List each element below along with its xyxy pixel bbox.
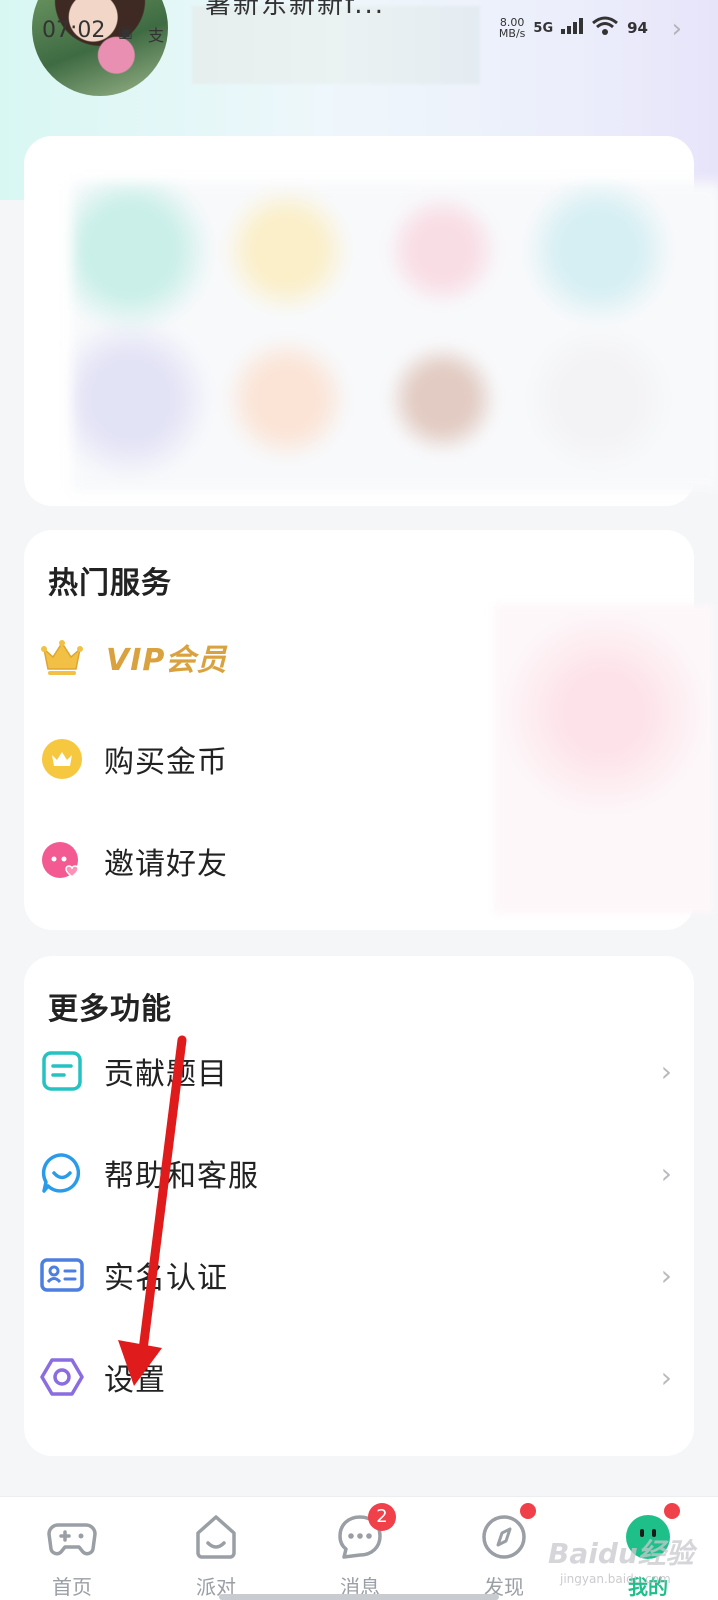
- more-item-label: 贡献题目: [104, 1057, 228, 1092]
- gold-coin-icon: [40, 737, 84, 781]
- message-count-badge: 2: [368, 1503, 396, 1531]
- chevron-right-icon: ›: [660, 1360, 672, 1394]
- featured-grid-blurred: [72, 182, 718, 492]
- featured-grid-card: [24, 136, 718, 506]
- username[interactable]: 暑新东新新f...: [205, 0, 385, 21]
- home-indicator[interactable]: [219, 1594, 499, 1600]
- id-card-icon: [40, 1253, 84, 1297]
- tab-discover[interactable]: 发现: [454, 1503, 554, 1600]
- network-type: 5G: [533, 20, 554, 36]
- gallery-notification-icon: ▣: [118, 22, 134, 41]
- notification-dot: [520, 1503, 536, 1519]
- alipay-notification-icon: 支: [148, 26, 165, 45]
- gamepad-icon: [46, 1511, 98, 1563]
- hot-services-card: 热门服务 VIP会员 购买金币 邀请好友: [24, 530, 714, 930]
- hexagon-settings-icon: [40, 1355, 84, 1399]
- tab-label: 首页: [52, 1575, 92, 1599]
- message-icon: 2: [334, 1503, 396, 1563]
- more-item-settings[interactable]: 设置 ›: [24, 1332, 694, 1422]
- invite-friend-icon: [40, 839, 84, 883]
- document-icon: [40, 1049, 84, 1093]
- more-item-contribute-questions[interactable]: 贡献题目 ›: [24, 1026, 694, 1116]
- chevron-right-icon: ›: [660, 1258, 672, 1292]
- more-functions-card: 更多功能 贡献题目 › 帮助和客服 › 实名认证 › 设置 ›: [24, 956, 694, 1456]
- profile-chevron-icon[interactable]: ›: [672, 14, 682, 44]
- more-item-label: 帮助和客服: [104, 1159, 259, 1194]
- hot-item-label: 购买金币: [104, 745, 228, 780]
- more-item-label: 设置: [104, 1363, 166, 1398]
- baidu-watermark-url: jingyan.baidu.com: [560, 1572, 671, 1586]
- customer-service-icon: [40, 1151, 84, 1195]
- crown-icon: [40, 635, 84, 679]
- hot-item-vip[interactable]: VIP会员: [24, 612, 694, 702]
- hot-item-label: 邀请好友: [104, 847, 228, 882]
- hot-services-title: 热门服务: [48, 566, 172, 601]
- chevron-right-icon: ›: [660, 1156, 672, 1190]
- network-speed: 8.00 MB/s: [499, 17, 525, 39]
- wifi-icon: [591, 16, 619, 40]
- baidu-watermark: Baidu经验: [548, 1537, 694, 1570]
- notification-dot: [664, 1503, 680, 1519]
- tab-party[interactable]: 派对: [166, 1511, 266, 1600]
- hot-item-label: VIP会员: [106, 643, 228, 678]
- more-item-help-support[interactable]: 帮助和客服 ›: [24, 1128, 694, 1218]
- more-item-label: 实名认证: [104, 1261, 228, 1296]
- tab-messages[interactable]: 2 消息: [310, 1503, 410, 1600]
- status-time: 07:02: [42, 18, 106, 43]
- network-speed-unit: MB/s: [498, 27, 526, 40]
- battery-level: 94: [627, 19, 648, 37]
- hot-item-invite-friends[interactable]: 邀请好友: [24, 816, 694, 906]
- more-functions-title: 更多功能: [48, 992, 172, 1027]
- tab-home[interactable]: 首页: [22, 1511, 122, 1600]
- more-item-real-name-verification[interactable]: 实名认证 ›: [24, 1230, 694, 1320]
- status-indicators: 8.00 MB/s 5G 94: [499, 16, 648, 40]
- signal-icon: [561, 18, 584, 38]
- compass-icon: [478, 1503, 536, 1563]
- hot-item-buy-coins[interactable]: 购买金币: [24, 714, 694, 804]
- party-icon: [190, 1511, 242, 1563]
- chevron-right-icon: ›: [660, 1054, 672, 1088]
